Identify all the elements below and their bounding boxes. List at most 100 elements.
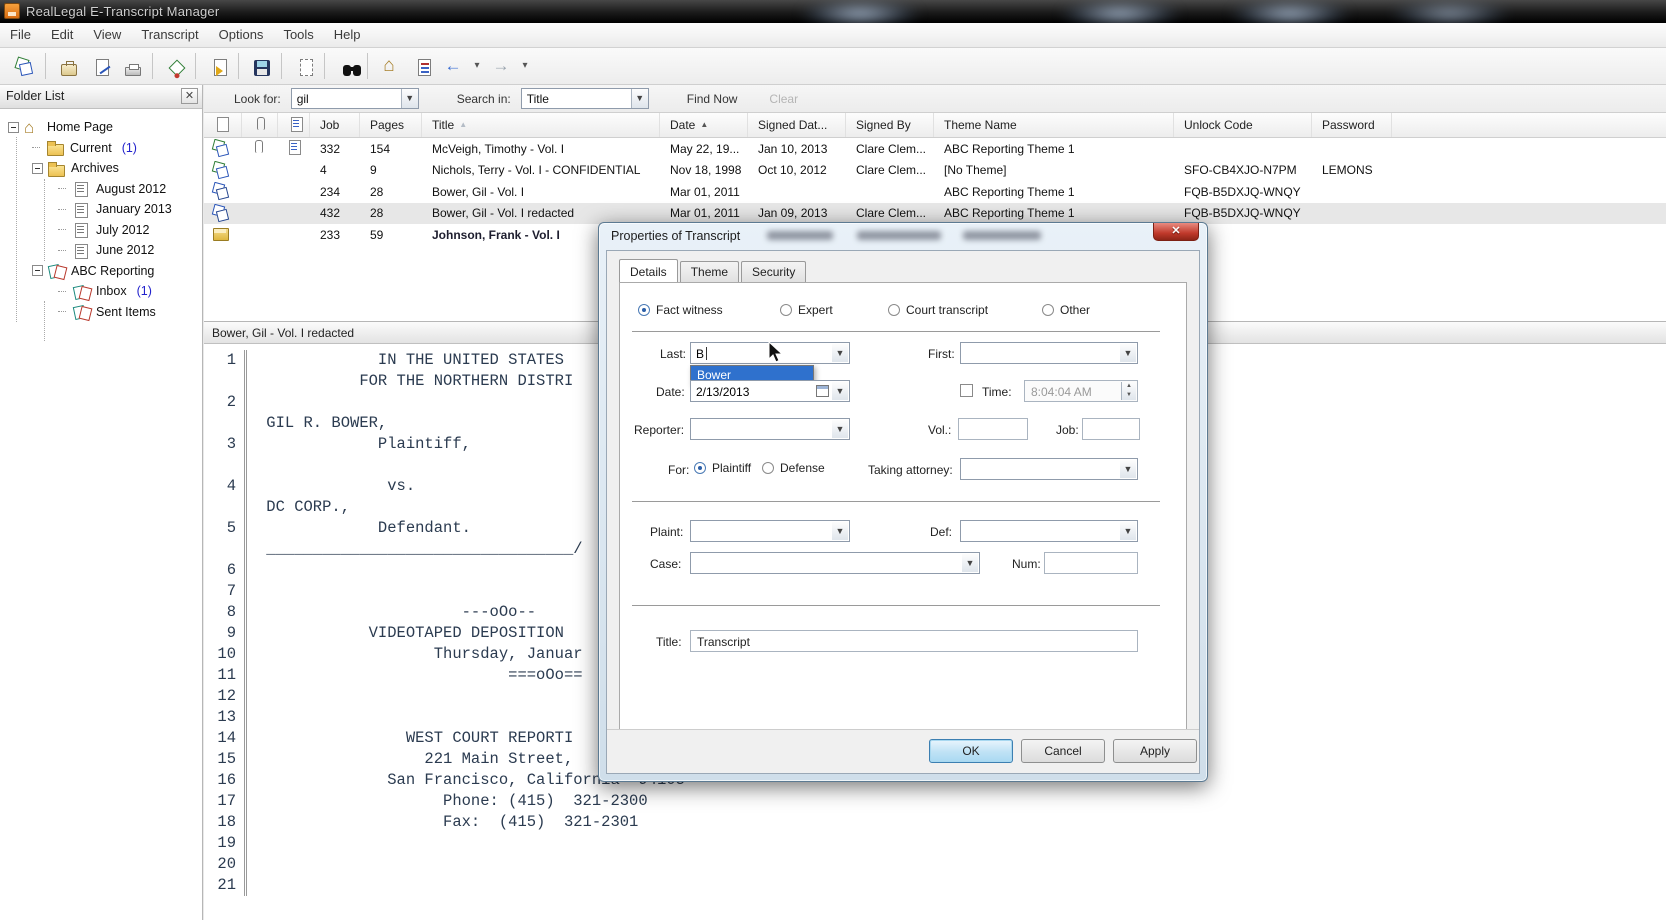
column-header-clip[interactable] xyxy=(242,113,278,137)
menu-item-transcript[interactable]: Transcript xyxy=(131,23,208,42)
column-header-date[interactable]: Date▲ xyxy=(660,113,748,137)
cancel-button[interactable]: Cancel xyxy=(1021,739,1105,763)
chevron-down-icon[interactable]: ▼ xyxy=(1120,522,1136,540)
vol-field[interactable] xyxy=(958,418,1028,440)
def-combobox[interactable]: ▼ xyxy=(960,520,1138,542)
collapse-icon[interactable] xyxy=(32,163,43,174)
chevron-down-icon[interactable]: ▼ xyxy=(832,382,848,400)
menu-item-options[interactable]: Options xyxy=(209,23,274,42)
table-row[interactable]: 49Nichols, Terry - Vol. I - CONFIDENTIAL… xyxy=(204,160,1666,182)
back-button[interactable]: ← xyxy=(437,51,469,81)
apply-button[interactable]: Apply xyxy=(1113,739,1197,763)
title-field[interactable]: Transcript xyxy=(690,630,1138,652)
defense-radio[interactable]: Defense xyxy=(762,461,825,475)
sidebar-item-archives[interactable]: Archives xyxy=(0,158,202,179)
chevron-down-icon[interactable]: ▼ xyxy=(832,522,848,540)
chevron-down-icon[interactable]: ▼ xyxy=(1120,460,1136,478)
close-icon[interactable]: ✕ xyxy=(181,88,198,104)
first-name-combobox[interactable]: ▼ xyxy=(960,342,1138,364)
save-icon xyxy=(254,60,270,76)
plaint-combobox[interactable]: ▼ xyxy=(690,520,850,542)
chevron-down-icon[interactable]: ▼ xyxy=(631,89,648,108)
close-icon[interactable]: ✕ xyxy=(1153,223,1199,241)
manage-list-button[interactable] xyxy=(405,51,437,81)
sidebar-item-july-2012[interactable]: July 2012 xyxy=(0,220,202,241)
search-in-combobox[interactable]: Title ▼ xyxy=(521,88,649,109)
sidebar-item-abc-reporting[interactable]: ABC Reporting xyxy=(0,261,202,282)
case-combobox[interactable]: ▼ xyxy=(690,552,980,574)
home-button[interactable]: ⌂ xyxy=(373,51,405,81)
forward-options-button[interactable]: ▾ xyxy=(517,51,533,81)
column-header-password[interactable]: Password xyxy=(1312,113,1392,137)
forward-button[interactable]: → xyxy=(485,51,517,81)
time-checkbox[interactable] xyxy=(960,384,973,397)
divider xyxy=(632,331,1160,332)
menu-item-tools[interactable]: Tools xyxy=(273,23,323,42)
ok-button[interactable]: OK xyxy=(929,739,1013,763)
date-field[interactable]: 2/13/2013 ▼ xyxy=(690,380,850,402)
dialog-tabs: DetailsThemeSecurity xyxy=(619,261,808,284)
other-radio[interactable]: Other xyxy=(1042,303,1090,317)
table-row[interactable]: 332154McVeigh, Timothy - Vol. IMay 22, 1… xyxy=(204,138,1666,160)
sidebar-item-label: January 2013 xyxy=(96,202,172,216)
chevron-down-icon[interactable]: ▼ xyxy=(401,89,418,108)
column-header-pages[interactable]: Pages xyxy=(360,113,422,137)
chevron-down-icon[interactable]: ▼ xyxy=(832,420,848,438)
preview-button[interactable] xyxy=(287,51,319,81)
divider xyxy=(632,605,1160,606)
tab-security[interactable]: Security xyxy=(741,261,806,284)
sidebar-item-current[interactable]: Current(1) xyxy=(0,138,202,159)
column-header-unlock-code[interactable]: Unlock Code xyxy=(1174,113,1312,137)
fact-witness-radio[interactable]: Fact witness xyxy=(638,303,723,317)
court-transcript-radio[interactable]: Court transcript xyxy=(888,303,988,317)
column-header-job[interactable]: Job xyxy=(310,113,360,137)
sidebar-item-june-2012[interactable]: June 2012 xyxy=(0,240,202,261)
spinner-icon[interactable]: ▲▼ xyxy=(1121,382,1136,400)
column-header-sig[interactable] xyxy=(278,113,310,137)
table-row[interactable]: 23428Bower, Gil - Vol. IMar 01, 2011ABC … xyxy=(204,181,1666,203)
job-field[interactable] xyxy=(1082,418,1140,440)
sidebar-item-august-2012[interactable]: August 2012 xyxy=(0,179,202,200)
clear-button[interactable]: Clear xyxy=(769,92,798,106)
menu-item-file[interactable]: File xyxy=(0,23,41,42)
tab-details[interactable]: Details xyxy=(619,259,678,282)
column-header-title[interactable]: Title▲ xyxy=(422,113,660,137)
menu-item-help[interactable]: Help xyxy=(324,23,371,42)
save-button[interactable] xyxy=(244,51,276,81)
find-button[interactable] xyxy=(330,51,362,81)
sidebar-item-january-2013[interactable]: January 2013 xyxy=(0,199,202,220)
sidebar-item-inbox[interactable]: Inbox(1) xyxy=(0,281,202,302)
print-button[interactable] xyxy=(115,51,147,81)
new-transcript-button[interactable] xyxy=(8,51,40,81)
column-header-theme-name[interactable]: Theme Name xyxy=(934,113,1174,137)
edit-transcript-button[interactable] xyxy=(83,51,115,81)
open-case-button[interactable] xyxy=(51,51,83,81)
attach-certificate-button[interactable] xyxy=(158,51,190,81)
dialog-titlebar[interactable]: Properties of Transcript ✕ xyxy=(599,223,1207,250)
column-header-signed-by[interactable]: Signed By xyxy=(846,113,934,137)
chevron-down-icon[interactable]: ▼ xyxy=(1120,344,1136,362)
look-for-combobox[interactable]: gil ▼ xyxy=(291,88,419,109)
collapse-icon[interactable] xyxy=(32,265,43,276)
menu-item-view[interactable]: View xyxy=(83,23,131,42)
collapse-icon[interactable] xyxy=(8,122,19,133)
table-row[interactable]: 43228Bower, Gil - Vol. I redactedMar 01,… xyxy=(204,203,1666,225)
reporter-combobox[interactable]: ▼ xyxy=(690,418,850,440)
find-now-button[interactable]: Find Now xyxy=(687,92,738,106)
taking-attorney-combobox[interactable]: ▼ xyxy=(960,458,1138,480)
menu-item-edit[interactable]: Edit xyxy=(41,23,83,42)
num-field[interactable] xyxy=(1044,552,1138,574)
column-header-signed-dat[interactable]: Signed Dat... xyxy=(748,113,846,137)
sidebar-item-sent-items[interactable]: Sent Items xyxy=(0,302,202,323)
chevron-down-icon[interactable]: ▼ xyxy=(962,554,978,572)
back-options-button[interactable]: ▾ xyxy=(469,51,485,81)
cell-pages: 154 xyxy=(360,142,422,156)
column-header-doc[interactable] xyxy=(204,113,242,137)
expert-radio[interactable]: Expert xyxy=(780,303,833,317)
tab-theme[interactable]: Theme xyxy=(680,261,739,284)
chevron-down-icon[interactable]: ▼ xyxy=(832,344,848,362)
sidebar-item-home-page[interactable]: ⌂Home Page xyxy=(0,117,202,138)
import-document-button[interactable] xyxy=(201,51,233,81)
plaintiff-radio[interactable]: Plaintiff xyxy=(694,461,751,475)
search-in-label: Search in: xyxy=(457,92,511,106)
